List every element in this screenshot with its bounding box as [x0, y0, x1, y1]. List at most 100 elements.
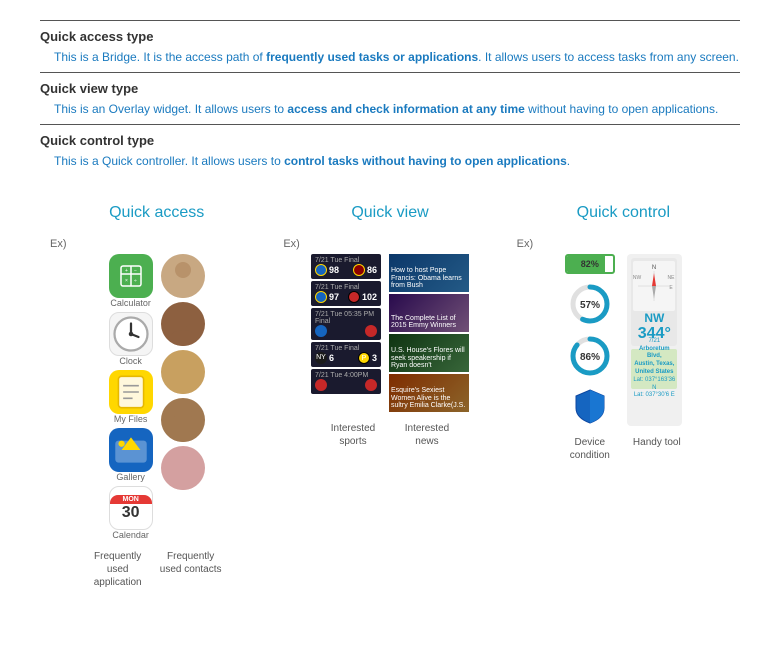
contact-5-avatar[interactable]	[161, 446, 205, 490]
myfiles-icon-wrap: My Files	[109, 370, 153, 424]
gallery-icon[interactable]	[109, 428, 153, 472]
quick-control-header: Quick control	[507, 204, 740, 222]
handy-tool-col: N NE E NW NW 344°	[627, 254, 682, 426]
news-thumb-3[interactable]: U.S. House's Flores will seek speakershi…	[389, 334, 469, 372]
svg-text:×: ×	[125, 278, 128, 284]
calendar-label: Calendar	[112, 530, 149, 540]
avatar-svg-3	[161, 350, 205, 394]
calculator-icon[interactable]: + − × ÷	[109, 254, 153, 298]
quick-view-ex-label: Ex)	[283, 238, 300, 250]
handy-tool-label: Handy tool	[629, 436, 684, 462]
score-card-5[interactable]: 7/21 Tue 4:00PM	[311, 369, 381, 394]
clock-icon-wrap: Clock	[109, 312, 153, 366]
svg-text:86%: 86%	[580, 352, 600, 363]
clock-label: Clock	[119, 356, 142, 366]
myfiles-icon[interactable]	[109, 370, 153, 414]
avatar-svg-2	[161, 302, 205, 346]
app-grid: + − × ÷ Calculator	[109, 254, 205, 540]
quick-control-column: Ex) 82% 57%	[507, 238, 740, 462]
quick-access-header: Quick access	[40, 204, 273, 222]
contact-4-avatar[interactable]	[161, 398, 205, 442]
quick-control-content: 82% 57% 86%	[565, 254, 682, 426]
quick-view-type-desc: This is an Overlay widget. It allows use…	[40, 100, 740, 118]
gallery-label: Gallery	[116, 472, 145, 482]
compass-dial: N NE E NW	[633, 261, 675, 311]
avatar-svg-4	[161, 398, 205, 442]
myfiles-svg	[109, 370, 153, 414]
gallery-svg	[109, 428, 153, 472]
svg-text:+: +	[125, 268, 128, 274]
ring-2-svg: 86%	[568, 334, 612, 378]
battery-wrap: 82%	[565, 254, 615, 274]
contact-4-wrap	[161, 398, 205, 442]
contact-5-wrap	[161, 446, 205, 490]
type-descriptions-section: Quick access type This is a Bridge. It i…	[40, 20, 740, 176]
map-lon: Lat: 037°30'6 E	[633, 392, 675, 400]
contact-3-wrap	[161, 350, 205, 394]
map-lat: Lat: 037°163'36 N	[633, 377, 675, 393]
apps-column: + − × ÷ Calculator	[109, 254, 153, 540]
calculator-icon-wrap: + − × ÷ Calculator	[109, 254, 153, 308]
score-card-1[interactable]: 7/21 Tue Final 98 86	[311, 254, 381, 279]
battery-pct-label: 82%	[581, 259, 599, 269]
frequently-used-contacts-label: Frequently used contacts	[156, 550, 226, 589]
score-card-2[interactable]: 7/21 Tue Final 97 102	[311, 281, 381, 306]
news-thumb-4[interactable]: Esquire's Sexiest Women Alive is the sul…	[389, 374, 469, 412]
calendar-icon[interactable]: MON 30	[109, 486, 153, 530]
quick-control-bottom-labels: Device condition Handy tool	[562, 436, 684, 462]
news-title-4: Esquire's Sexiest Women Alive is the sul…	[391, 387, 467, 410]
score-card-3[interactable]: 7/21 Tue 05:35 PM Final	[311, 308, 381, 340]
quick-view-type-title: Quick view type	[40, 81, 740, 96]
quick-control-type-section: Quick control type This is a Quick contr…	[40, 124, 740, 176]
svg-text:N: N	[652, 265, 656, 271]
shield-wrap	[572, 386, 608, 426]
clock-icon[interactable]	[109, 312, 153, 356]
quick-access-ex-label: Ex)	[50, 238, 67, 250]
ring-1-wrap: 57%	[568, 282, 612, 326]
svg-text:57%: 57%	[580, 300, 600, 311]
interested-sports-label: Interested sports	[318, 422, 388, 448]
calculator-label: Calculator	[110, 298, 151, 308]
quick-view-bottom-labels: Interested sports Interested news	[318, 422, 462, 448]
quick-access-column: Ex) + − × ÷	[40, 238, 273, 589]
contact-1-avatar[interactable]	[161, 254, 205, 298]
clock-svg	[110, 313, 152, 355]
map-place: Arboretum Blvd,Austin, Texas,United Stat…	[633, 346, 675, 377]
quick-control-type-desc: This is a Quick controller. It allows us…	[40, 152, 740, 170]
device-condition-col: 82% 57% 86%	[565, 254, 615, 426]
score-card-4[interactable]: 7/21 Tue Final NY 6 P 3	[311, 342, 381, 367]
news-column: How to host Pope Francis: Obama learns f…	[389, 254, 469, 412]
svg-text:NW: NW	[633, 275, 641, 281]
column-headers: Quick access Quick view Quick control	[40, 204, 740, 222]
calendar-date: 30	[122, 504, 140, 522]
quick-control-ex-label: Ex)	[517, 238, 534, 250]
examples-row: Ex) + − × ÷	[40, 238, 740, 589]
interested-news-label: Interested news	[392, 422, 462, 448]
map-date: 7/21	[633, 338, 675, 346]
calculator-svg: + − × ÷	[117, 262, 145, 290]
avatar-svg-1	[161, 254, 205, 298]
compass-dir: NW	[644, 311, 664, 325]
svg-text:÷: ÷	[134, 278, 137, 284]
quick-access-type-title: Quick access type	[40, 29, 740, 44]
news-title-2: The Complete List of 2015 Emmy Winners	[391, 315, 467, 330]
contact-2-wrap	[161, 302, 205, 346]
news-thumb-1[interactable]: How to host Pope Francis: Obama learns f…	[389, 254, 469, 292]
news-thumb-2[interactable]: The Complete List of 2015 Emmy Winners	[389, 294, 469, 332]
myfiles-label: My Files	[114, 414, 148, 424]
battery-bar[interactable]: 82%	[565, 254, 615, 274]
quick-view-header: Quick view	[273, 204, 506, 222]
contact-2-avatar[interactable]	[161, 302, 205, 346]
quick-access-bottom-labels: Frequently used application Frequently u…	[88, 550, 226, 589]
quick-view-column: Ex) 7/21 Tue Final 98 86	[273, 238, 506, 448]
quick-access-type-section: Quick access type This is a Bridge. It i…	[40, 20, 740, 72]
quick-view-content: 7/21 Tue Final 98 86 7/21 Tue F	[311, 254, 469, 412]
map-thumb[interactable]: 7/21 Arboretum Blvd,Austin, Texas,United…	[631, 349, 677, 389]
contact-3-avatar[interactable]	[161, 350, 205, 394]
sports-column: 7/21 Tue Final 98 86 7/21 Tue F	[311, 254, 381, 412]
news-title-3: U.S. House's Flores will seek speakershi…	[391, 347, 467, 370]
calendar-icon-wrap: MON 30 Calendar	[109, 486, 153, 540]
news-title-1: How to host Pope Francis: Obama learns f…	[391, 267, 467, 290]
contacts-column	[161, 254, 205, 540]
shield-icon	[574, 388, 606, 424]
